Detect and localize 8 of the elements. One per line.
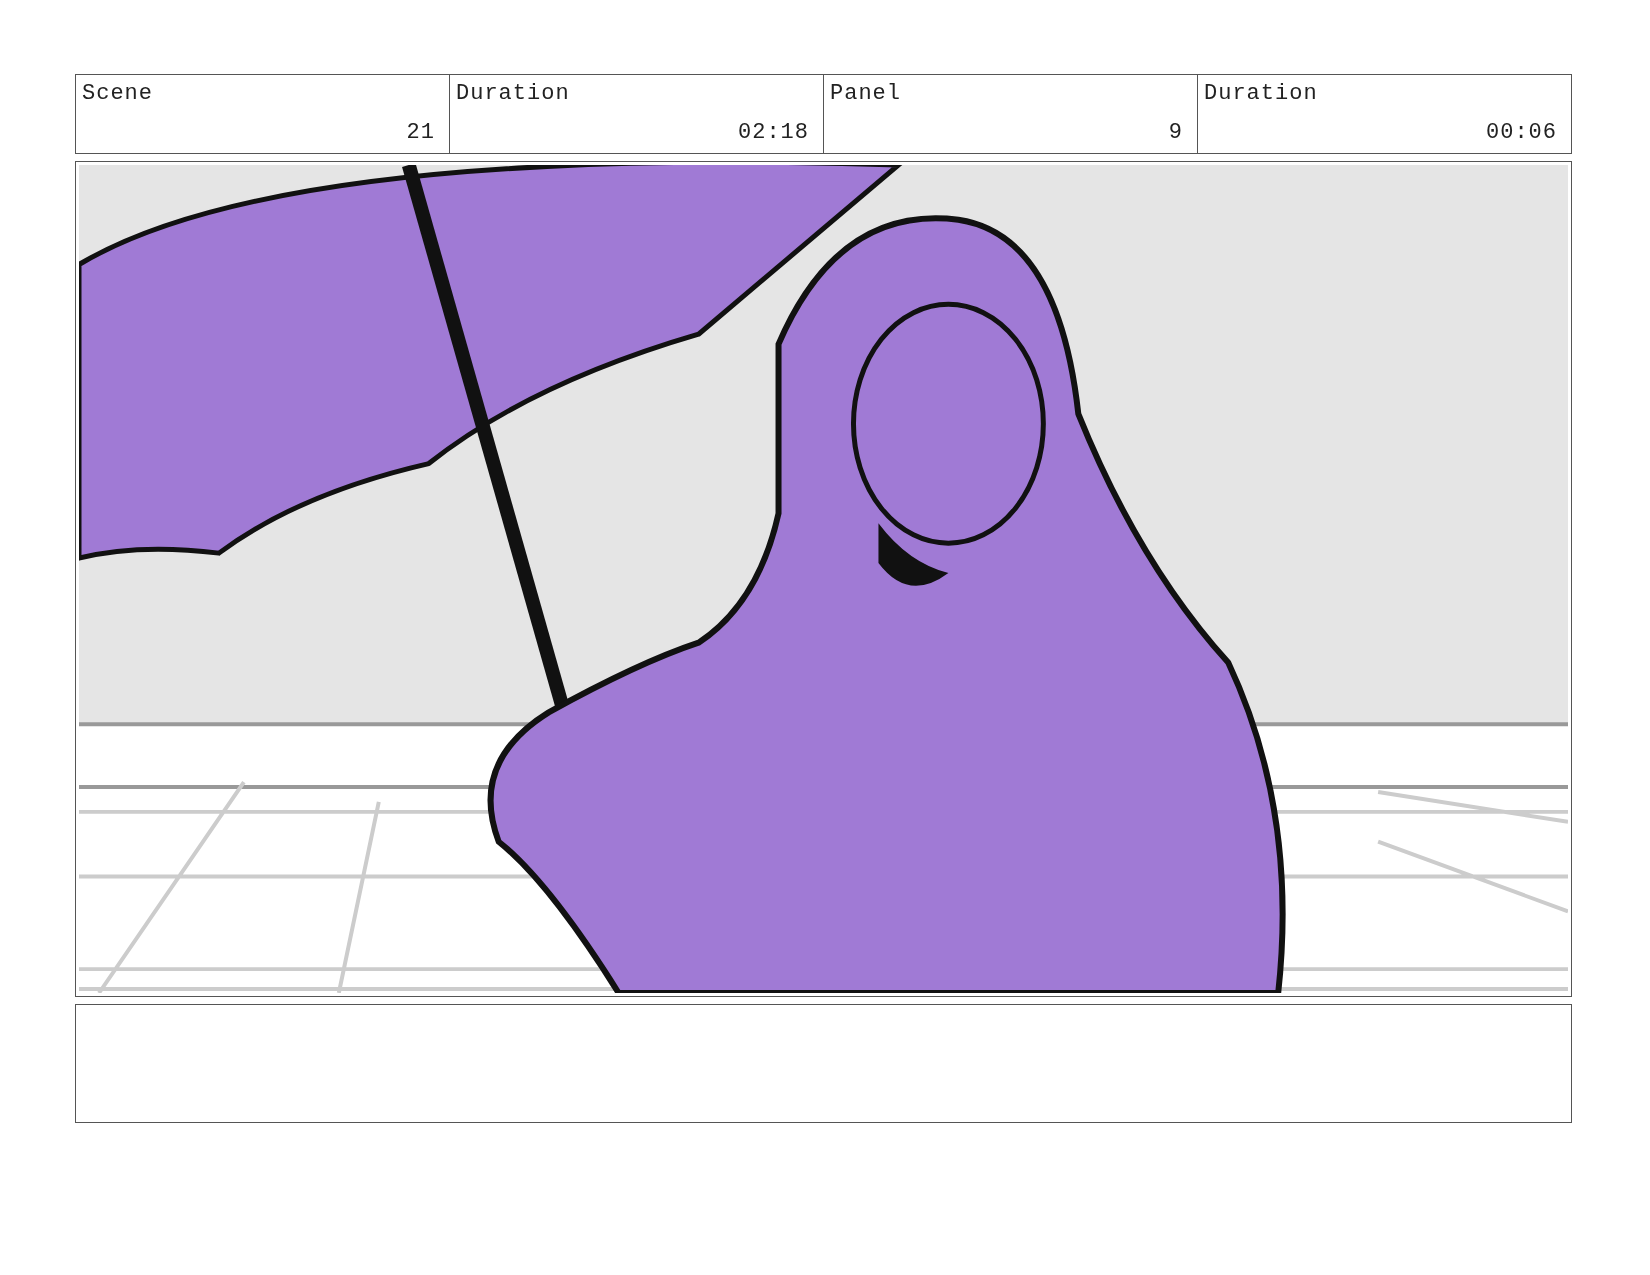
field-label: Duration [456,81,570,106]
field-label: Scene [82,81,153,106]
field-label: Panel [830,81,901,106]
field-value: 9 [1168,120,1183,145]
field-value: 21 [406,120,435,145]
field-value: 00:06 [1486,120,1557,145]
field-label: Duration [1204,81,1318,106]
field-value: 02:18 [738,120,809,145]
